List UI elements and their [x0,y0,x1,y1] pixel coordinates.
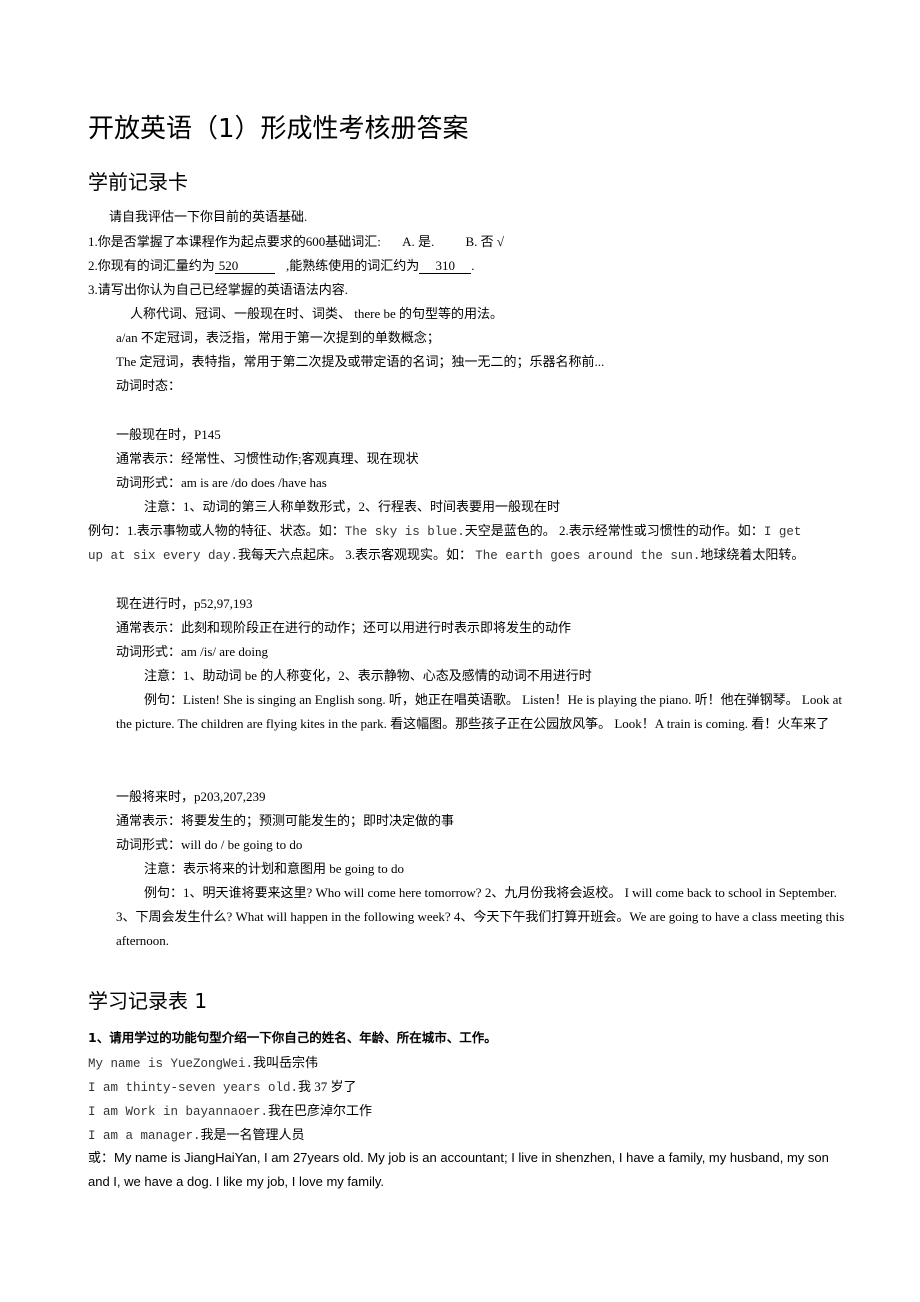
question-3: 3.请写出你认为自己已经掌握的英语语法内容. [88,282,349,297]
answer-chinese: 我是一名管理人员 [200,1127,305,1142]
question-1-option-b: B. 否 √ [465,234,505,249]
question-2-middle: ,能熟练使用的词汇约为 [282,258,420,273]
answer-line: My name is YueZongWei.我叫岳宗伟 [88,1055,318,1072]
present-continuous-heading: 现在进行时，p52,97,193 [116,596,253,611]
answer-english: My name is YueZongWei. [88,1057,254,1071]
document-title: 开放英语（1）形成性考核册答案 [88,114,469,145]
grammar-answer: 人称代词、冠词、一般现在时、词类、 there be 的句型等的用法。 [130,306,504,321]
vocab-size-answer: 520 [214,259,275,274]
future-simple-examples: 例句：1、明天谁将要来这里? Who will come here tomorr… [116,885,845,948]
example-english: The earth goes around the sun. [475,549,701,563]
indefinite-article-note: a/an 不定冠词，表泛指，常用于第一次提到的单数概念； [116,330,440,345]
example-english: The sky is blue. [344,525,465,539]
answer-line: I am Work in bayannaoer.我在巴彦淖尔工作 [88,1103,372,1120]
present-simple-heading: 一般现在时，P145 [116,427,221,442]
active-vocab-answer: 310 [419,259,472,274]
question-2: 2.你现有的词汇量约为 520 ,能熟练使用的词汇约为 310. [88,258,475,274]
answer-english: I am Work in bayannaoer. [88,1105,269,1119]
example-text: 地球绕着太阳转。 [700,547,805,562]
intro-text: 请自我评估一下你目前的英语基础. [109,209,308,224]
present-continuous-examples: 例句：Listen! She is singing an English son… [116,692,842,731]
question-1-option-a: A. 是. [402,234,435,249]
future-simple-forms: 动词形式：will do / be going to do [116,837,303,852]
question-1-text: 1.你是否掌握了本课程作为起点要求的600基础词汇: [88,234,381,249]
answer-line: I am thinty-seven years old.我 37 岁了 [88,1079,357,1096]
answer-chinese: 我叫岳宗伟 [253,1055,319,1070]
question-2-prefix: 2.你现有的词汇量约为 [88,258,215,273]
example-text: 例句：1.表示事物或人物的特征、状态。如： [88,523,345,538]
alternative-answer-text: My name is JiangHaiYan, I am 27years old… [88,1150,829,1189]
present-simple-note: 注意：1、动词的第三人称单数形式，2、行程表、时间表要用一般现在时 [144,499,561,514]
alternative-answer: 或：My name is JiangHaiYan, I am 27years o… [88,1146,848,1194]
present-simple-examples-line-2: up at six every day.我每天六点起床。 3.表示客观现实。如：… [88,547,804,564]
answer-english: I am thinty-seven years old. [88,1081,299,1095]
section-heading-pre-study: 学前记录卡 [88,170,188,194]
alternative-prefix: 或： [88,1150,115,1165]
answer-chinese: 我在巴彦淖尔工作 [268,1103,373,1118]
question-2-suffix: . [471,258,475,273]
section-heading-study-record-1: 学习记录表 1 [88,989,208,1013]
present-continuous-usage: 通常表示：此刻和现阶段正在进行的动作；还可以用进行时表示即将发生的动作 [116,620,572,635]
study-record-question: 1、请用学过的功能句型介绍一下你自己的姓名、年龄、所在城市、工作。 [88,1030,497,1045]
present-continuous-forms: 动词形式：am /is/ are doing [116,644,269,659]
future-simple-heading: 一般将来时，p203,207,239 [116,789,266,804]
definite-article-note: The 定冠词，表特指，常用于第二次提及或带定语的名词；独一无二的；乐器名称前.… [116,354,605,369]
tenses-label: 动词时态： [116,378,182,393]
future-simple-usage: 通常表示：将要发生的；预测可能发生的；即时决定做的事 [116,813,455,828]
present-continuous-note: 注意：1、助动词 be 的人称变化，2、表示静物、心态及感情的动词不用进行时 [144,668,592,683]
present-simple-examples-line-1: 例句：1.表示事物或人物的特征、状态。如：The sky is blue.天空是… [88,523,801,540]
example-english: I get [763,525,802,539]
present-simple-forms: 动词形式：am is are /do does /have has [116,475,327,490]
question-1: 1.你是否掌握了本课程作为起点要求的600基础词汇: A. 是. B. 否 √ [88,234,504,250]
future-simple-note: 注意：表示将来的计划和意图用 be going to do [144,861,404,876]
example-text: 天空是蓝色的。 2.表示经常性或习惯性的动作。如： [464,523,764,538]
answer-line: I am a manager.我是一名管理人员 [88,1127,305,1144]
answer-chinese: 我 37 岁了 [298,1079,357,1094]
present-simple-usage: 通常表示：经常性、习惯性动作;客观真理、现在现状 [116,451,419,466]
example-english: up at six every day. [88,549,239,563]
example-text: 我每天六点起床。 3.表示客观现实。如： [238,547,476,562]
answer-english: I am a manager. [88,1129,201,1143]
